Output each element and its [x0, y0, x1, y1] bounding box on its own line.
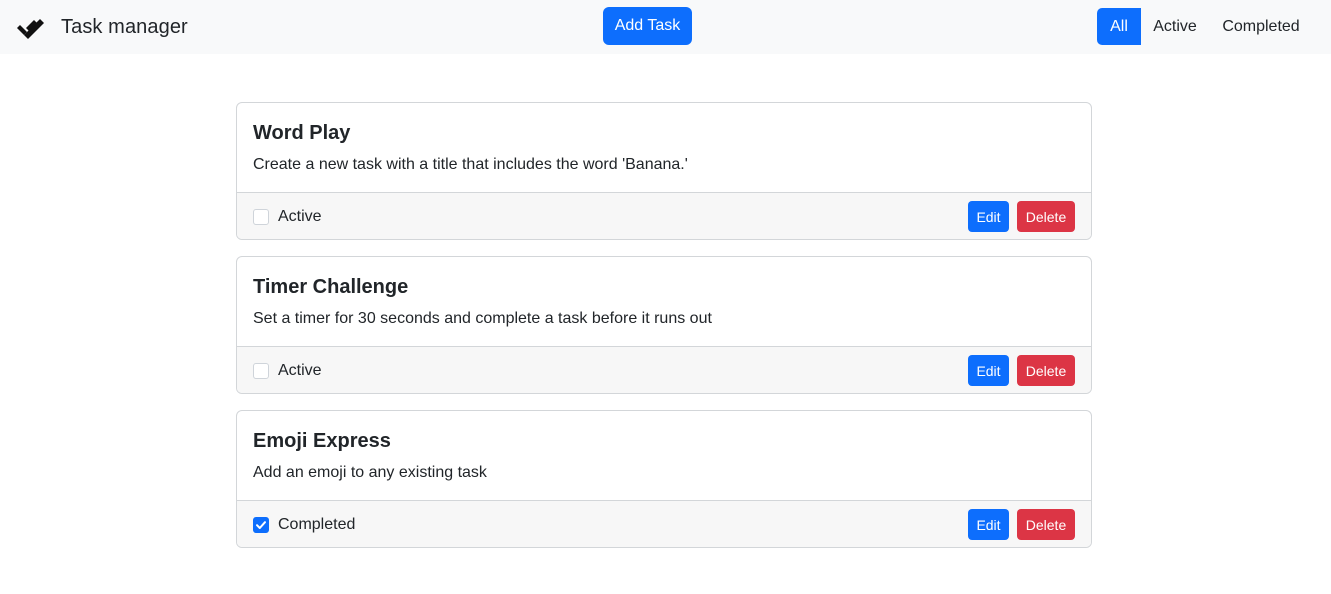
task-card-body: Word Play Create a new task with a title… — [237, 103, 1091, 192]
task-card-footer: Active Edit Delete — [237, 346, 1091, 393]
edit-task-button[interactable]: Edit — [968, 509, 1009, 540]
task-description: Add an emoji to any existing task — [253, 464, 487, 481]
checkmark-icon — [256, 520, 266, 529]
delete-task-button[interactable]: Delete — [1017, 355, 1075, 386]
edit-task-button[interactable]: Edit — [968, 355, 1009, 386]
task-title: Timer Challenge — [253, 276, 409, 298]
double-check-icon — [15, 11, 47, 43]
task-status-label: Active — [278, 361, 322, 379]
filter-active-button[interactable]: Active — [1141, 8, 1209, 45]
task-card: Emoji Express Add an emoji to any existi… — [236, 410, 1092, 548]
task-complete-checkbox[interactable] — [253, 208, 269, 225]
task-title: Word Play — [253, 122, 351, 144]
task-card: Word Play Create a new task with a title… — [236, 102, 1092, 240]
task-description: Set a timer for 30 seconds and complete … — [253, 310, 712, 327]
task-card-footer: Active Edit Delete — [237, 192, 1091, 239]
task-status[interactable]: Active — [253, 208, 322, 226]
task-actions: Edit Delete — [968, 355, 1075, 386]
task-status-label: Completed — [278, 515, 356, 533]
task-card-body: Emoji Express Add an emoji to any existi… — [237, 411, 1091, 500]
task-card: Timer Challenge Set a timer for 30 secon… — [236, 256, 1092, 394]
task-title: Emoji Express — [253, 430, 391, 452]
delete-task-button[interactable]: Delete — [1017, 509, 1075, 540]
task-description: Create a new task with a title that incl… — [253, 156, 688, 173]
delete-task-button[interactable]: Delete — [1017, 201, 1075, 232]
add-task-button[interactable]: Add Task — [603, 7, 692, 45]
brand[interactable]: Task manager — [15, 11, 188, 43]
task-actions: Edit Delete — [968, 509, 1075, 540]
task-actions: Edit Delete — [968, 201, 1075, 232]
task-list: Word Play Create a new task with a title… — [236, 102, 1092, 564]
task-complete-checkbox[interactable] — [253, 362, 269, 379]
edit-task-button[interactable]: Edit — [968, 201, 1009, 232]
filter-all-button[interactable]: All — [1097, 8, 1141, 45]
app-title: Task manager — [61, 15, 188, 38]
task-complete-checkbox[interactable] — [253, 516, 269, 533]
task-card-footer: Completed Edit Delete — [237, 500, 1091, 547]
filter-completed-button[interactable]: Completed — [1209, 8, 1313, 45]
filter-group: All Active Completed — [1097, 8, 1313, 45]
task-status[interactable]: Active — [253, 362, 322, 380]
task-status[interactable]: Completed — [253, 516, 355, 534]
task-card-body: Timer Challenge Set a timer for 30 secon… — [237, 257, 1091, 346]
task-status-label: Active — [278, 207, 322, 225]
navbar: Task manager Add Task All Active Complet… — [0, 0, 1331, 54]
